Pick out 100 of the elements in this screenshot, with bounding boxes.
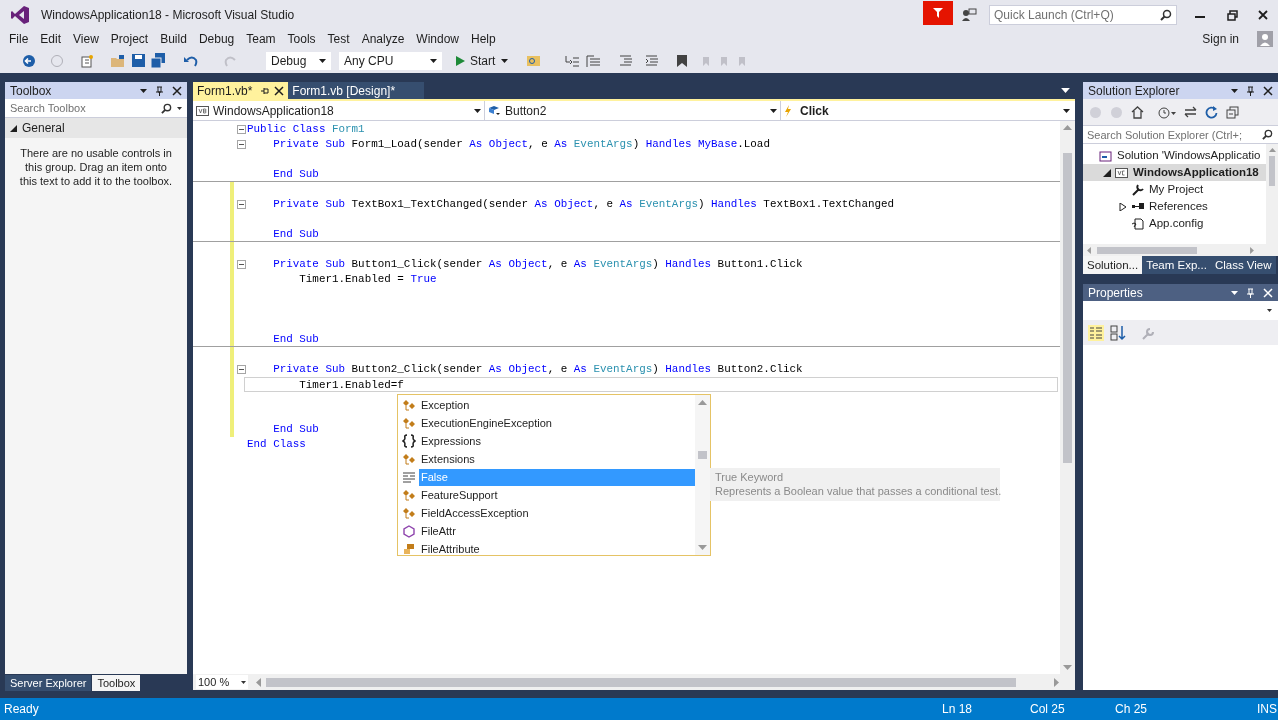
collapse-icon[interactable]	[236, 125, 246, 134]
solution-search-field[interactable]: Search Solution Explorer (Ctrl+;	[1083, 125, 1278, 144]
home-icon[interactable]	[1131, 105, 1144, 119]
collapse-icon[interactable]	[236, 200, 246, 209]
editor-tab[interactable]: Form1.vb*	[193, 82, 289, 99]
scroll-left-icon[interactable]	[256, 677, 261, 687]
panel-controls-icon[interactable]	[140, 85, 182, 96]
refresh-icon[interactable]	[1205, 105, 1218, 119]
tab[interactable]: Class View	[1210, 256, 1276, 274]
scroll-thumb[interactable]	[1063, 152, 1072, 463]
save-all-icon[interactable]	[151, 53, 166, 68]
menu-item[interactable]: Tools	[281, 30, 322, 48]
collapse-all-icon[interactable]	[1226, 105, 1239, 119]
bookmark-icon[interactable]	[677, 54, 688, 67]
scroll-thumb[interactable]	[266, 677, 1016, 687]
project-dropdown[interactable]: WindowsApplication18	[193, 101, 485, 120]
tab[interactable]: Toolbox	[92, 675, 141, 691]
configuration-dropdown[interactable]: Debug	[266, 51, 331, 70]
menu-item[interactable]: Project	[104, 30, 155, 48]
tree-item[interactable]: Solution 'WindowsApplicatio	[1117, 146, 1261, 165]
scroll-thumb[interactable]	[698, 451, 707, 459]
save-icon[interactable]	[132, 54, 145, 67]
completion-item[interactable]: ExecutionEngineException	[419, 414, 695, 432]
sort-alphabetical-icon[interactable]	[1110, 325, 1126, 341]
completion-item[interactable]: Extensions	[419, 450, 695, 468]
uncomment-icon[interactable]	[645, 54, 660, 67]
expanded-arrow-icon[interactable]	[10, 124, 17, 132]
sign-in-link[interactable]: Sign in	[1202, 30, 1239, 48]
horizontal-scrollbar[interactable]	[1083, 244, 1278, 256]
pin-close-icon[interactable]	[260, 85, 285, 96]
tree-item[interactable]: References	[1149, 197, 1208, 216]
collapsed-arrow-icon[interactable]	[1119, 202, 1127, 211]
toolbox-search-field[interactable]: Search Toolbox	[5, 99, 187, 118]
history-icon[interactable]	[1158, 105, 1176, 119]
restore-icon[interactable]	[1227, 9, 1238, 21]
undo-icon[interactable]	[184, 54, 198, 67]
menu-item[interactable]: Edit	[34, 30, 68, 48]
start-button[interactable]: Start	[456, 51, 496, 70]
menu-item[interactable]: View	[67, 30, 105, 48]
sync-icon[interactable]	[1184, 106, 1197, 118]
scroll-up-icon[interactable]	[698, 400, 707, 405]
back-icon[interactable]	[22, 53, 36, 68]
scroll-down-icon[interactable]	[698, 545, 707, 550]
quick-launch-field[interactable]: Quick Launch (Ctrl+Q)	[989, 5, 1177, 25]
tree-item[interactable]: App.config	[1149, 214, 1204, 233]
menu-item[interactable]: Help	[465, 30, 502, 48]
collapse-icon[interactable]	[236, 260, 246, 269]
collapse-icon[interactable]	[236, 140, 246, 149]
indent-icon[interactable]	[565, 53, 581, 68]
dropdown-arrow-icon[interactable]	[501, 58, 509, 63]
completion-item[interactable]: Expressions	[419, 432, 695, 450]
menu-item[interactable]: Analyze	[355, 30, 411, 48]
vertical-scrollbar[interactable]	[1060, 121, 1075, 674]
event-dropdown[interactable]: Click	[781, 101, 1075, 120]
panel-controls-icon[interactable]	[1231, 287, 1273, 298]
new-project-icon[interactable]	[80, 53, 94, 68]
scroll-thumb[interactable]	[1269, 156, 1275, 186]
completion-item[interactable]: FileAttr	[419, 522, 695, 540]
collapse-icon[interactable]	[236, 365, 246, 374]
scroll-down-icon[interactable]	[1063, 665, 1072, 670]
menu-item[interactable]: Team	[240, 30, 282, 48]
avatar-icon[interactable]	[1257, 31, 1273, 47]
tab[interactable]: Solution...	[1083, 256, 1143, 274]
find-icon[interactable]	[526, 53, 542, 68]
platform-dropdown[interactable]: Any CPU	[339, 51, 442, 70]
scroll-thumb[interactable]	[1097, 246, 1197, 254]
open-folder-icon[interactable]	[110, 53, 126, 68]
tab[interactable]: Server Explorer	[5, 675, 92, 691]
categorized-icon[interactable]	[1088, 325, 1104, 341]
dropdown-arrow-icon[interactable]	[177, 107, 182, 110]
scroll-up-icon[interactable]	[1268, 148, 1276, 152]
menu-item[interactable]: Window	[410, 30, 465, 48]
close-icon[interactable]	[1258, 10, 1268, 20]
scroll-left-icon[interactable]	[1087, 246, 1091, 254]
scroll-up-icon[interactable]	[1063, 125, 1072, 130]
completion-item[interactable]: FileAttribute	[419, 540, 695, 558]
toolbox-group-header[interactable]: General	[5, 118, 187, 138]
tree-item[interactable]: My Project	[1149, 180, 1204, 199]
vertical-scrollbar[interactable]	[1266, 144, 1278, 244]
comment-icon[interactable]	[619, 54, 634, 67]
scroll-right-icon[interactable]	[1054, 677, 1059, 687]
completion-item[interactable]: FeatureSupport	[419, 486, 695, 504]
panel-controls-icon[interactable]	[1231, 85, 1273, 96]
menu-item[interactable]: Build	[154, 30, 193, 48]
zoom-dropdown[interactable]: 100 %	[196, 675, 248, 689]
expanded-arrow-icon[interactable]	[1103, 168, 1111, 177]
scroll-right-icon[interactable]	[1250, 246, 1254, 254]
menu-item[interactable]: File	[3, 30, 35, 48]
completion-item[interactable]: FieldAccessException	[419, 504, 695, 522]
menu-item[interactable]: Debug	[192, 30, 241, 48]
tab[interactable]: Team Exp...	[1142, 256, 1211, 274]
outdent-icon[interactable]	[586, 53, 602, 68]
notification-button[interactable]	[923, 1, 953, 25]
editor-tab[interactable]: Form1.vb [Design]*	[288, 82, 425, 99]
tab-list-icon[interactable]	[1061, 88, 1070, 93]
menu-item[interactable]: Test	[321, 30, 356, 48]
vertical-scrollbar[interactable]	[695, 395, 710, 555]
feedback-icon[interactable]	[961, 8, 977, 22]
completion-item[interactable]: Exception	[419, 396, 695, 414]
object-dropdown[interactable]: Button2	[485, 101, 781, 120]
